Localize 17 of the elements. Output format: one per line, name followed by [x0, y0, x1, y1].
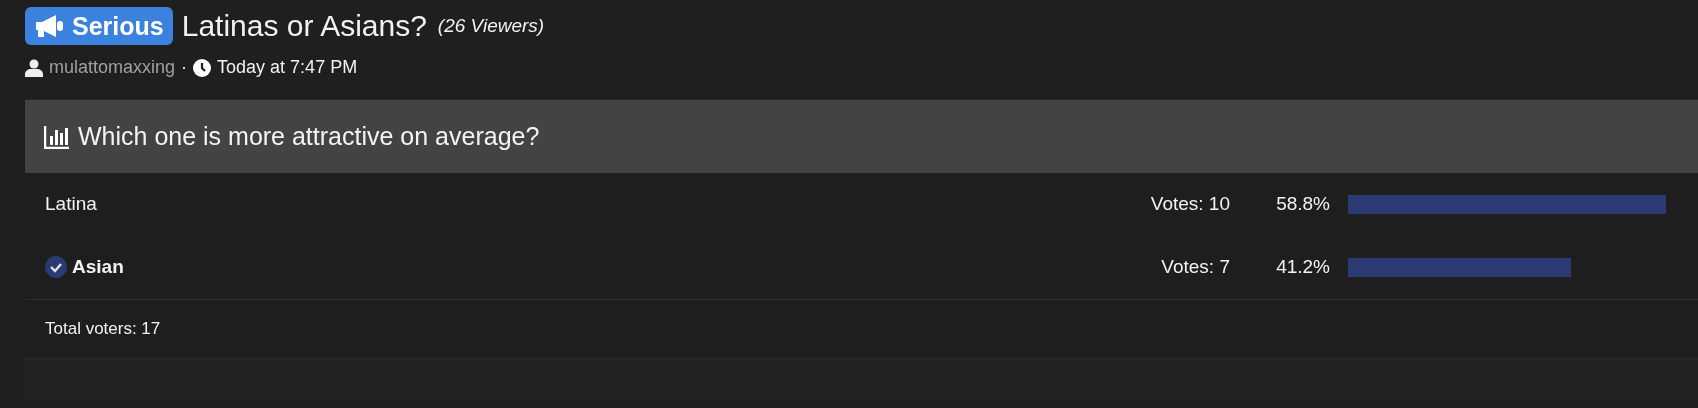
clock-icon — [193, 58, 212, 77]
option-label: Latina — [45, 193, 97, 215]
poll-question: Which one is more attractive on average? — [78, 122, 540, 151]
option-label: Asian — [72, 256, 124, 278]
separator-dot: · — [181, 57, 188, 78]
thread-title: Latinas or Asians? — [181, 9, 427, 43]
vote-count: Votes: 7 — [1160, 256, 1230, 278]
vote-count: Votes: 10 — [1149, 193, 1230, 215]
user-icon — [25, 58, 43, 77]
author-link[interactable]: mulattomaxxing — [49, 57, 176, 78]
bar-chart-icon — [44, 124, 70, 149]
megaphone-icon — [34, 14, 66, 38]
prefix-label[interactable]: Serious — [25, 7, 173, 45]
vote-percent: 41.2% — [1275, 256, 1330, 278]
vote-percent: 58.8% — [1275, 193, 1330, 215]
post-time: Today at 7:47 PM — [217, 57, 358, 78]
viewer-count: (26 Viewers) — [437, 15, 545, 37]
